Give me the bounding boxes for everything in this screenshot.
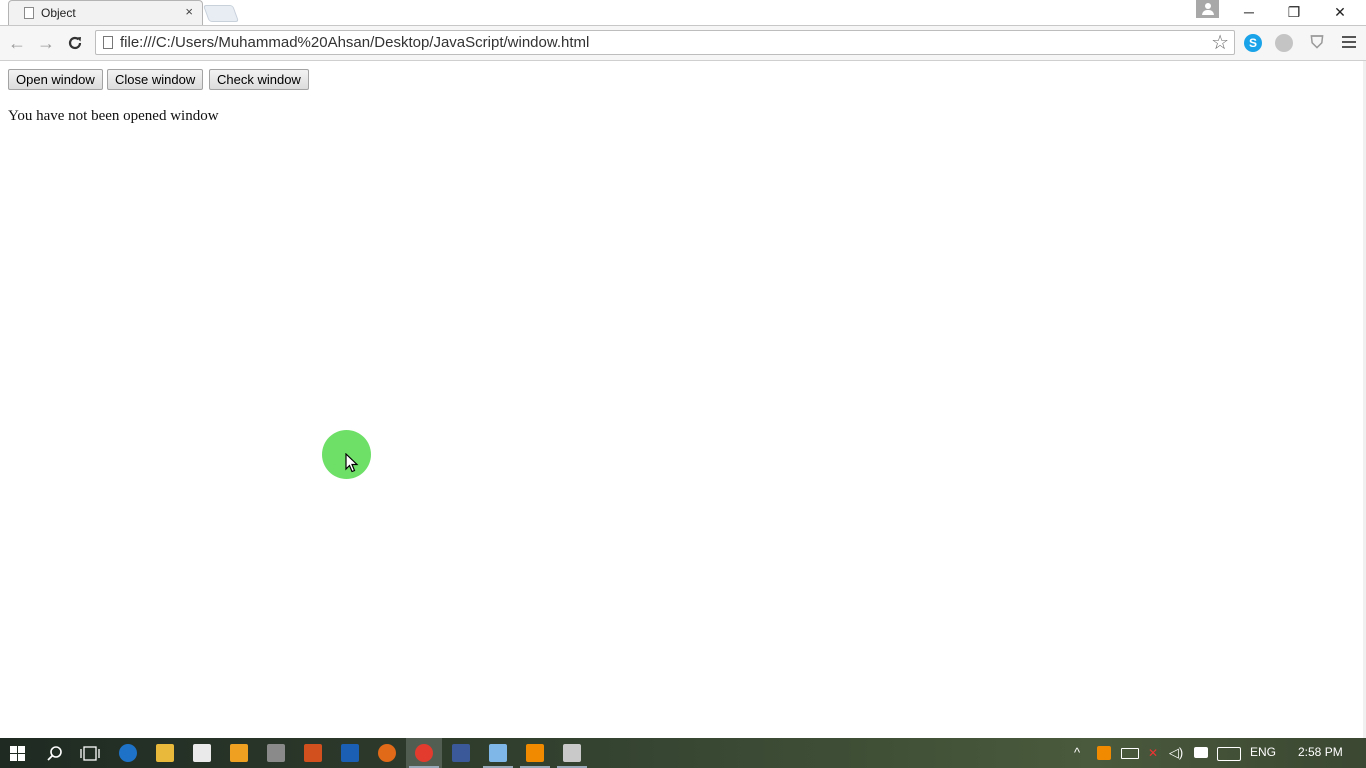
file-icon bbox=[103, 36, 113, 49]
volume-icon[interactable]: ◁) bbox=[1168, 746, 1184, 760]
task-view-icon[interactable] bbox=[80, 746, 100, 761]
language-indicator[interactable]: ENG bbox=[1250, 745, 1276, 759]
network-icon[interactable]: ✕ bbox=[1146, 747, 1160, 759]
ghostery-icon[interactable] bbox=[1275, 34, 1293, 52]
start-button[interactable] bbox=[10, 746, 25, 761]
movie-maker-icon[interactable] bbox=[267, 744, 285, 762]
tray-chevron-icon[interactable]: ^ bbox=[1074, 745, 1080, 760]
outlook-icon[interactable] bbox=[341, 744, 359, 762]
new-tab-button[interactable] bbox=[202, 5, 240, 22]
address-url[interactable]: file:///C:/Users/Muhammad%20Ahsan/Deskto… bbox=[120, 34, 589, 51]
chrome-icon[interactable] bbox=[415, 744, 433, 762]
windows-taskbar: ^ ✕ ◁) ENG 2:58 PM bbox=[0, 738, 1366, 768]
edge-icon[interactable] bbox=[119, 744, 137, 762]
check-window-button[interactable]: Check window bbox=[209, 69, 309, 90]
tab-close-icon[interactable]: × bbox=[185, 5, 193, 19]
shield-icon[interactable]: ⛉ bbox=[1308, 34, 1326, 52]
address-bar[interactable]: file:///C:/Users/Muhammad%20Ahsan/Deskto… bbox=[95, 30, 1235, 55]
mouse-cursor-icon bbox=[345, 453, 359, 473]
back-button[interactable]: ← bbox=[6, 32, 28, 54]
open-window-button[interactable]: Open window bbox=[8, 69, 103, 90]
app-star-icon[interactable] bbox=[378, 744, 396, 762]
bookmark-star-icon[interactable]: ☆ bbox=[1211, 31, 1229, 55]
notifications-icon[interactable] bbox=[1194, 747, 1208, 758]
status-message: You have not been opened window bbox=[8, 108, 219, 124]
notepad-icon[interactable] bbox=[489, 744, 507, 762]
page-icon bbox=[24, 7, 34, 19]
app-fox-icon[interactable] bbox=[304, 744, 322, 762]
file-explorer-icon[interactable] bbox=[156, 744, 174, 762]
profile-icon[interactable] bbox=[1196, 0, 1219, 18]
clock[interactable]: 2:58 PM bbox=[1298, 745, 1343, 759]
close-window-button[interactable]: Close window bbox=[107, 69, 204, 90]
store-icon[interactable] bbox=[193, 744, 211, 762]
browser-tab-active[interactable]: Object × bbox=[8, 0, 203, 25]
facebook-icon[interactable] bbox=[452, 744, 470, 762]
battery-icon[interactable] bbox=[1121, 748, 1139, 759]
window-close-button[interactable]: ✕ bbox=[1317, 0, 1363, 25]
vlc-icon[interactable] bbox=[526, 744, 544, 762]
forward-button[interactable]: → bbox=[35, 32, 57, 54]
browser-titlebar: Object × ─ ❐ ✕ bbox=[0, 0, 1366, 26]
reload-button[interactable] bbox=[64, 32, 86, 54]
tray-vlc-icon[interactable] bbox=[1097, 746, 1111, 760]
media-player-icon[interactable] bbox=[230, 744, 248, 762]
minimize-button[interactable]: ─ bbox=[1226, 0, 1272, 25]
browser-menu-icon[interactable] bbox=[1342, 36, 1356, 51]
skype-icon[interactable]: S bbox=[1244, 34, 1262, 52]
search-icon[interactable] bbox=[46, 745, 63, 762]
keyboard-icon[interactable] bbox=[1217, 747, 1241, 761]
browser-toolbar: ← → file:///C:/Users/Muhammad%20Ahsan/De… bbox=[0, 26, 1366, 61]
restore-button[interactable]: ❐ bbox=[1271, 0, 1317, 25]
page-content: Open window Close window Check window Yo… bbox=[0, 61, 1366, 738]
reload-icon bbox=[68, 36, 82, 50]
tab-title: Object bbox=[41, 6, 76, 20]
app-window-icon[interactable] bbox=[563, 744, 581, 762]
